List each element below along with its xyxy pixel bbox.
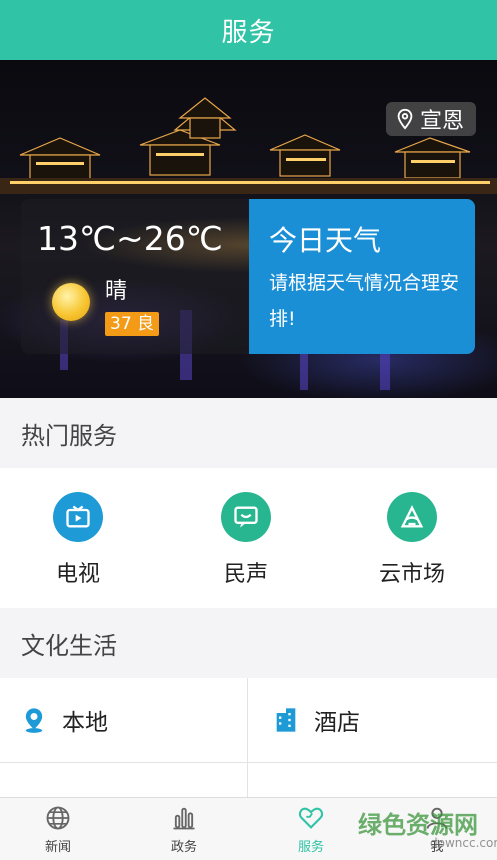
culture-item-hotel[interactable]: 酒店 [272,678,360,762]
hotel-building-icon [276,708,296,732]
map-pin-icon [397,108,413,130]
culture-label: 本地 [62,710,108,736]
page-title: 服务 [221,17,276,48]
service-tv[interactable]: 电视 [18,492,138,588]
tv-icon [53,492,103,542]
hot-services-heading: 热门服务 [0,398,497,468]
divider [0,762,497,763]
watermark: 绿色资源网 [358,811,478,839]
tab-services[interactable]: 服务 [271,804,351,855]
location-pin-icon [25,708,43,733]
sun-icon [52,283,90,321]
service-label: 电视 [55,562,100,587]
tab-label: 服务 [297,840,324,855]
bar-chart-icon [173,807,195,830]
service-label: 云市场 [378,562,445,587]
top-bar: 服务 [0,0,497,60]
location-selector[interactable]: 宣恩 [385,102,476,136]
tab-news[interactable]: 新闻 [18,804,98,855]
culture-item-partial[interactable] [272,764,300,798]
market-icon [387,492,437,542]
temperature-range: 13℃~26℃ [37,219,223,258]
hero-banner: 宣恩 13℃~26℃ 晴 37 良 今日天气 请根据天气情况合理安排! [0,60,497,398]
weather-card-tip: 请根据天气情况合理安排! [269,272,460,330]
weather-card-title: 今日天气 [269,224,382,257]
service-voice[interactable]: 民声 [186,492,306,588]
watermark-sub: downcc.com [430,836,497,850]
tab-label: 新闻 [44,840,71,855]
hot-services-grid: 电视 民声 云市场 [0,468,497,608]
weather-summary[interactable]: 13℃~26℃ 晴 37 良 [21,199,249,354]
tab-government[interactable]: 政务 [144,804,224,855]
service-label: 民声 [223,562,268,587]
hot-services-title: 热门服务 [21,421,117,450]
location-label: 宣恩 [419,109,464,134]
culture-title: 文化生活 [21,631,117,660]
culture-label: 酒店 [314,710,360,736]
globe-icon [46,806,70,830]
chat-icon [221,492,271,542]
culture-item-partial[interactable] [20,764,48,798]
culture-heading: 文化生活 [0,608,497,678]
culture-item-local[interactable]: 本地 [20,678,108,762]
aqi-badge: 37 良 [105,312,160,336]
weather-condition: 晴 [105,279,128,304]
tab-label: 政务 [170,840,197,855]
divider [247,678,248,798]
heart-icon [298,807,324,829]
service-cloud-market[interactable]: 云市场 [352,492,472,588]
culture-grid: 本地 酒店 [0,678,497,798]
weather-tip-card[interactable]: 今日天气 请根据天气情况合理安排! [249,199,475,354]
